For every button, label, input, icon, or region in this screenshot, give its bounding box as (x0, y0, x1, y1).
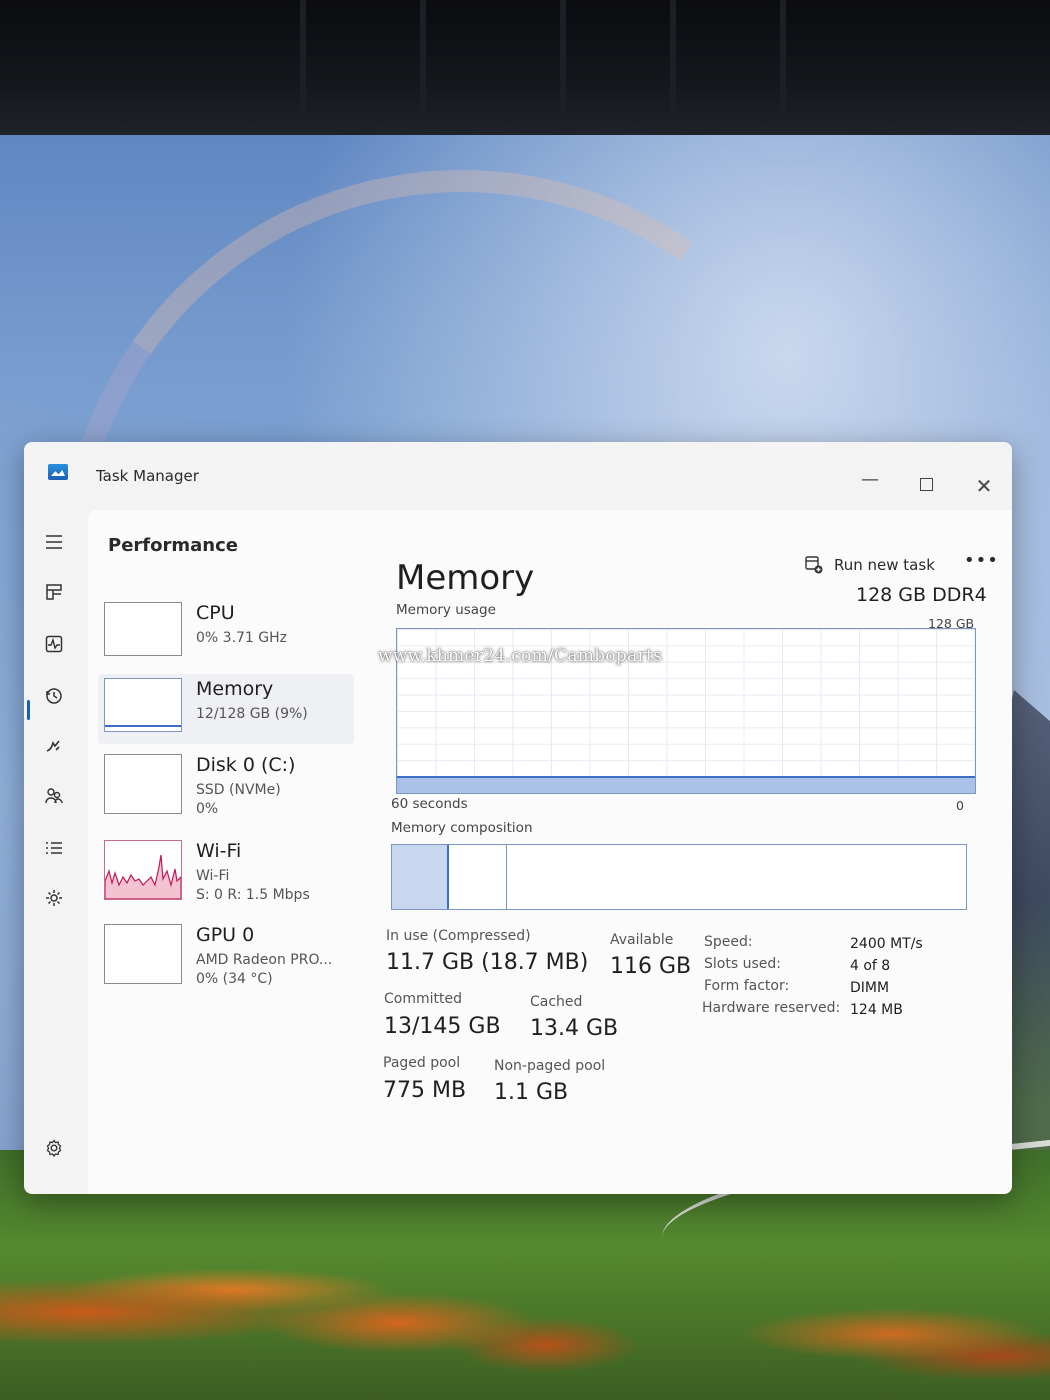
device-name: CPU (196, 602, 235, 624)
memory-spec: 128 GB DDR4 (856, 584, 987, 606)
speed-label: Speed: (704, 934, 753, 950)
slots-used-value: 4 of 8 (850, 958, 891, 974)
bezel-slot (560, 0, 566, 120)
device-detail: Wi-Fi (196, 868, 230, 884)
available-label: Available (610, 932, 674, 948)
run-new-task-icon (805, 556, 823, 574)
services-icon (46, 890, 62, 906)
processes-icon (46, 584, 62, 600)
speed-value: 2400 MT/s (850, 936, 923, 952)
window-title: Task Manager (96, 467, 199, 485)
device-memory[interactable]: Memory 12/128 GB (9%) (98, 674, 354, 744)
form-factor-value: DIMM (850, 980, 890, 996)
minimize-button[interactable]: — (850, 466, 890, 494)
nav-users[interactable] (38, 780, 70, 812)
memory-thumbnail-graph (104, 678, 182, 732)
committed-value: 13/145 GB (384, 1014, 501, 1039)
selected-indicator (27, 700, 30, 720)
non-paged-pool-label: Non-paged pool (494, 1058, 606, 1074)
device-cpu[interactable]: CPU 0% 3.71 GHz (98, 598, 354, 668)
bezel-slot (780, 0, 786, 120)
cached-label: Cached (530, 994, 583, 1010)
hardware-reserved-label: Hardware reserved: (702, 1000, 841, 1016)
cached-value: 13.4 GB (530, 1016, 619, 1041)
task-manager-window: Task Manager — ✕ Performance Run new tas… (24, 442, 1012, 1194)
device-name: GPU 0 (196, 924, 255, 946)
memory-composition-label: Memory composition (391, 820, 533, 836)
settings-icon (46, 1139, 62, 1158)
nav-app-history[interactable] (38, 680, 70, 712)
committed-label: Committed (384, 991, 462, 1007)
non-paged-pool-value: 1.1 GB (494, 1080, 569, 1105)
composition-modified (449, 845, 507, 909)
nav-processes[interactable] (38, 576, 70, 608)
cpu-thumbnail-graph (104, 602, 182, 656)
close-button[interactable]: ✕ (964, 472, 1004, 500)
page-title: Performance (108, 535, 238, 556)
composition-standby-free (507, 845, 966, 909)
memory-usage-fill (397, 776, 975, 793)
slots-used-label: Slots used: (704, 956, 781, 972)
device-name: Disk 0 (C:) (196, 754, 296, 776)
bezel-slot (420, 0, 426, 120)
device-detail: 12/128 GB (9%) (196, 706, 308, 722)
gpu-thumbnail-graph (104, 924, 182, 984)
wallpaper-autumn-trees (0, 1180, 1050, 1400)
performance-page: Performance Run new task ••• CPU 0% 3.71… (88, 510, 1012, 1194)
run-new-task-label: Run new task (834, 556, 935, 574)
device-detail: SSD (NVMe) (196, 782, 281, 798)
paged-pool-label: Paged pool (383, 1055, 461, 1071)
time-span-label: 60 seconds (391, 796, 468, 812)
device-detail: AMD Radeon PRO... (196, 952, 333, 968)
device-disk[interactable]: Disk 0 (C:) SSD (NVMe) 0% (98, 750, 354, 828)
memory-heading: Memory (396, 558, 535, 598)
memory-usage-label: Memory usage (396, 602, 496, 618)
disk-thumbnail-graph (104, 754, 182, 814)
paged-pool-value: 775 MB (383, 1078, 467, 1103)
watermark-text: www.khmer24.com/Camboparts (378, 646, 663, 666)
available-value: 116 GB (610, 954, 692, 979)
in-use-label: In use (Compressed) (386, 928, 531, 944)
bezel-slot (300, 0, 306, 120)
maximize-button[interactable] (906, 472, 946, 500)
hamburger-menu-button[interactable] (38, 526, 70, 558)
device-detail: S: 0 R: 1.5 Mbps (196, 887, 310, 903)
nav-services[interactable] (38, 882, 70, 914)
title-bar[interactable]: Task Manager — ✕ (24, 442, 1012, 510)
nav-performance[interactable] (38, 628, 70, 660)
nav-details[interactable] (38, 832, 70, 864)
in-use-value: 11.7 GB (18.7 MB) (386, 950, 589, 975)
startup-apps-icon (46, 740, 60, 752)
nav-rail (24, 510, 84, 1194)
memory-usage-min: 0 (956, 798, 964, 813)
users-icon (45, 788, 63, 804)
task-manager-app-icon (48, 464, 68, 480)
more-options-button[interactable]: ••• (964, 550, 999, 571)
run-new-task-button[interactable]: Run new task (804, 555, 935, 575)
composition-in-use (392, 845, 449, 909)
device-name: Memory (196, 678, 274, 700)
wifi-throughput-graph (105, 854, 181, 899)
wifi-thumbnail-graph (104, 840, 182, 900)
device-gpu[interactable]: GPU 0 AMD Radeon PRO... 0% (34 °C) (98, 920, 354, 998)
maximize-icon (919, 478, 933, 491)
hamburger-icon (46, 535, 62, 549)
performance-icon (45, 635, 63, 653)
device-detail: 0% (34 °C) (196, 971, 273, 987)
bezel-slot (670, 0, 676, 120)
app-history-icon (46, 688, 62, 704)
memory-composition-bar (391, 844, 967, 910)
device-detail: 0% 3.71 GHz (196, 630, 288, 646)
form-factor-label: Form factor: (704, 978, 790, 994)
device-name: Wi-Fi (196, 840, 242, 862)
hardware-reserved-value: 124 MB (850, 1002, 903, 1018)
nav-settings[interactable] (38, 1132, 70, 1164)
details-icon (46, 842, 62, 854)
monitor-bezel (0, 0, 1050, 140)
device-detail: 0% (196, 801, 219, 817)
device-wifi[interactable]: Wi-Fi Wi-Fi S: 0 R: 1.5 Mbps (98, 836, 354, 914)
nav-startup-apps[interactable] (38, 730, 70, 762)
